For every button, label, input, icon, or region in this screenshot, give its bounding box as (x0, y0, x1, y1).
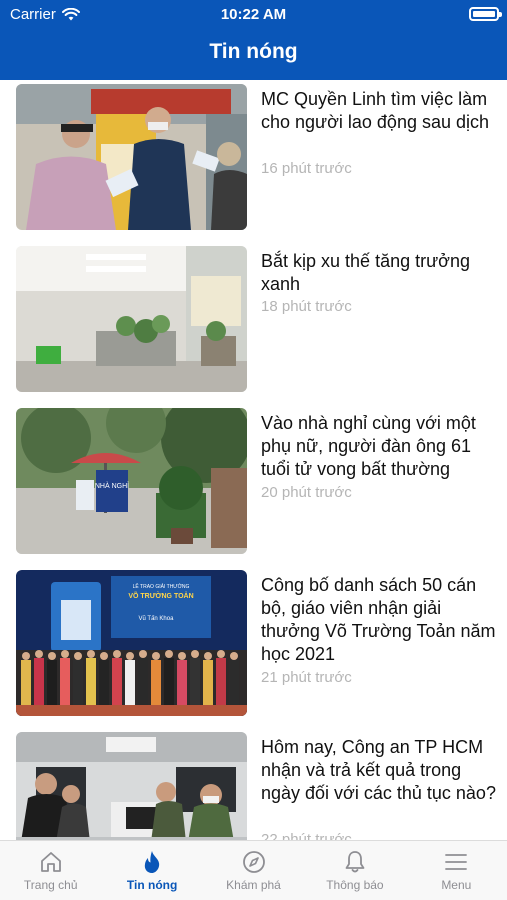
news-title[interactable]: Hôm nay, Công an TP HCM nhận và trả kết … (261, 736, 496, 805)
news-title[interactable]: Bắt kịp xu thế tăng trưởng xanh (261, 250, 496, 296)
news-thumbnail[interactable]: LỄ TRAO GIẢI THƯỞNG VÕ TRƯỜNG TOẢN Vũ Tấ… (16, 570, 247, 716)
tab-notifications[interactable]: Thông báo (304, 841, 405, 900)
news-item[interactable]: LỄ TRAO GIẢI THƯỞNG VÕ TRƯỜNG TOẢN Vũ Tấ… (16, 570, 496, 720)
news-feed[interactable]: MC Quyền Linh tìm việc làm cho người lao… (0, 80, 507, 840)
menu-icon (445, 854, 468, 870)
status-bar: Carrier 10:22 AM (0, 5, 507, 25)
news-time: 16 phút trước (261, 160, 352, 177)
clock: 10:22 AM (220, 6, 287, 23)
tab-label: Menu (441, 878, 472, 892)
news-thumbnail[interactable] (16, 732, 247, 840)
battery-icon (469, 7, 502, 21)
news-time: 22 phút trước (261, 831, 352, 840)
thumb-banner-line1: LỄ TRAO GIẢI THƯỞNG (133, 583, 190, 590)
news-time: 21 phút trước (261, 669, 352, 686)
page-title: Tin nóng (209, 40, 298, 63)
news-title[interactable]: Công bố danh sách 50 cán bộ, giáo viên n… (261, 574, 496, 666)
flame-icon (144, 851, 160, 873)
tab-label: Khám phá (226, 878, 281, 892)
news-thumbnail[interactable]: NHÀ NGHỈ (16, 408, 247, 554)
bottom-tab-bar: Trang chủ Tin nóng Khám phá Thông báo Me… (0, 840, 507, 900)
thumb-banner-line2: VÕ TRƯỜNG TOẢN (128, 591, 193, 600)
bell-icon (345, 851, 365, 873)
news-time: 18 phút trước (261, 298, 352, 315)
home-icon (40, 852, 61, 872)
compass-icon (242, 851, 265, 873)
tab-home[interactable]: Trang chủ (0, 841, 101, 900)
tab-menu[interactable]: Menu (406, 841, 507, 900)
news-item[interactable]: MC Quyền Linh tìm việc làm cho người lao… (16, 84, 496, 234)
news-title[interactable]: MC Quyền Linh tìm việc làm cho người lao… (261, 88, 496, 134)
tab-label: Thông báo (326, 878, 384, 892)
thumb-sign-text: NHÀ NGHỈ (95, 481, 129, 490)
news-item[interactable]: Bắt kịp xu thế tăng trưởng xanh 18 phút … (16, 246, 496, 396)
thumb-banner-name: Vũ Tấn Khoa (139, 616, 175, 622)
news-title[interactable]: Vào nhà nghỉ cùng với một phụ nữ, người … (261, 412, 496, 481)
news-thumbnail[interactable] (16, 84, 247, 230)
news-item[interactable]: Hôm nay, Công an TP HCM nhận và trả kết … (16, 732, 496, 840)
tab-hot-news[interactable]: Tin nóng (101, 841, 202, 900)
tab-label: Trang chủ (23, 878, 78, 892)
news-thumbnail[interactable] (16, 246, 247, 392)
app-header: Carrier 10:22 AM Tin nóng (0, 0, 507, 80)
tab-label: Tin nóng (126, 878, 178, 892)
news-time: 20 phút trước (261, 484, 352, 501)
news-item[interactable]: NHÀ NGHỈ Vào nhà nghỉ cùng với một phụ n… (16, 408, 496, 558)
tab-explore[interactable]: Khám phá (203, 841, 304, 900)
